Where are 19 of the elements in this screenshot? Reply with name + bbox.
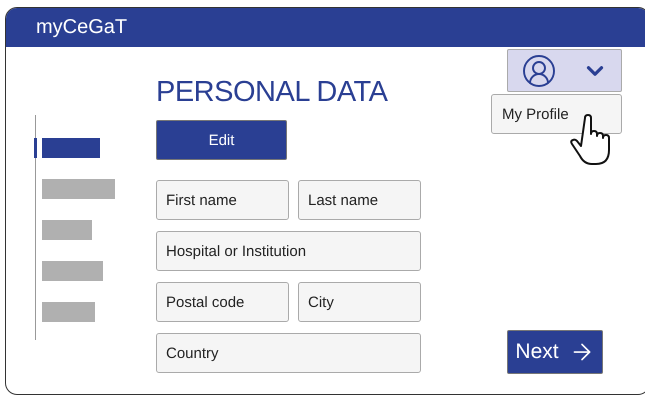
input-field[interactable]: Postal code	[156, 282, 289, 322]
next-button[interactable]: Next	[507, 330, 603, 374]
dropdown-menu-item[interactable]: My Profile	[491, 94, 622, 134]
input-field[interactable]: City	[298, 282, 421, 322]
app-title: myCeGaT	[36, 16, 128, 39]
input-field[interactable]: Last name	[298, 180, 421, 220]
profile-menu-button[interactable]	[507, 49, 622, 92]
input-field[interactable]: Hospital or Institution	[156, 231, 421, 271]
sidebar-item[interactable]	[42, 302, 95, 322]
sidebar-item[interactable]	[42, 179, 115, 199]
input-field[interactable]: Country	[156, 333, 421, 373]
page-title: PERSONAL DATA	[156, 75, 389, 110]
hand-cursor-icon	[570, 114, 612, 166]
sidebar-item[interactable]	[42, 220, 92, 240]
user-icon	[520, 52, 557, 88]
input-field[interactable]: First name	[156, 180, 289, 220]
sidebar-item[interactable]	[42, 261, 103, 281]
sidebar-item[interactable]	[42, 138, 100, 158]
edit-button[interactable]: Edit	[156, 120, 287, 160]
